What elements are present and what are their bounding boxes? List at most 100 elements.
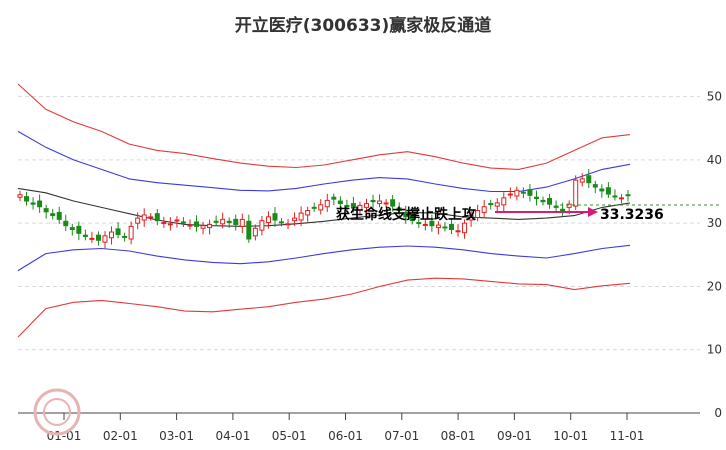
candle-body — [200, 225, 206, 229]
candle-body — [540, 199, 546, 203]
y-tick-label: 10 — [707, 343, 722, 357]
candle-body — [507, 193, 513, 196]
y-ticks: 0 10 20 30 40 50 — [707, 90, 722, 420]
candle-body — [37, 200, 43, 208]
series-line-outer-lower — [17, 277, 631, 338]
candle-body — [305, 210, 311, 216]
y-tick-label: 50 — [707, 90, 722, 104]
candle-body — [43, 208, 49, 213]
candle-body — [259, 220, 265, 231]
x-ticks: 01-01 02-01 03-01 04-01 05-01 06-01 07-01 08-01… — [47, 413, 645, 443]
last-price-label: 33.3236 — [600, 207, 664, 223]
x-tick-label: 11-01 — [610, 429, 645, 443]
candle-body — [422, 223, 428, 226]
candle-body — [448, 223, 454, 231]
candle-body — [128, 225, 134, 240]
candle-body — [174, 219, 180, 222]
candle-body — [553, 205, 559, 208]
bands — [17, 83, 631, 338]
candle-body — [252, 227, 258, 237]
candle-body — [573, 179, 579, 207]
x-tick-label: 02-01 — [103, 429, 138, 443]
candle-body — [148, 216, 154, 219]
candle-body — [481, 206, 487, 213]
x-tick-label: 06-01 — [328, 429, 363, 443]
candle-body — [285, 223, 291, 226]
candle-body — [435, 224, 441, 229]
annotation-label: 获生命线支撑止跌上攻 — [336, 206, 477, 223]
candle-body — [207, 223, 213, 229]
candle-body — [109, 231, 115, 239]
series-line-inner-upper — [17, 130, 631, 193]
candle-body — [311, 206, 317, 209]
candle-body — [462, 222, 468, 234]
candle-body — [135, 217, 141, 224]
candle-body — [324, 199, 330, 208]
x-tick-label: 01-01 — [47, 429, 82, 443]
candle-body — [494, 202, 500, 207]
candle-body — [89, 237, 95, 240]
candle-body — [233, 218, 239, 225]
candle-body — [246, 220, 252, 240]
candle-body — [442, 226, 448, 229]
candle-body — [455, 230, 461, 233]
candle-body — [533, 196, 539, 200]
candle-body — [220, 218, 226, 225]
candle-body — [377, 200, 383, 205]
candle-body — [488, 203, 494, 206]
grid — [18, 96, 700, 351]
candle-body — [599, 188, 605, 192]
x-tick-label: 10-01 — [553, 429, 588, 443]
candle-body — [141, 214, 147, 221]
candle-body — [82, 234, 88, 237]
candle-body — [167, 223, 173, 226]
candle-body — [390, 199, 396, 207]
candle-body — [370, 199, 376, 203]
y-tick-label: 0 — [714, 406, 722, 420]
candle-body — [30, 202, 36, 205]
x-tick-label: 07-01 — [384, 429, 419, 443]
candle-body — [527, 189, 533, 196]
candle-body — [383, 202, 389, 205]
candle-body — [239, 218, 245, 227]
candle-body — [194, 221, 200, 227]
x-tick-label: 04-01 — [215, 429, 250, 443]
y-tick-label: 40 — [707, 153, 722, 167]
candles — [17, 169, 631, 249]
candle-body — [579, 178, 585, 183]
x-tick-label: 03-01 — [159, 429, 194, 443]
candle-body — [17, 194, 23, 198]
candle-body — [560, 208, 566, 212]
watermark-logo-icon — [33, 388, 81, 436]
candle-body — [520, 191, 526, 194]
candle-body — [69, 227, 75, 231]
candle-body — [265, 216, 271, 224]
candle-body — [213, 220, 219, 223]
candle-body — [547, 198, 553, 205]
annotation-arrowhead — [588, 207, 598, 217]
x-tick-label: 09-01 — [497, 429, 532, 443]
chart: 开立医疗(300633)赢家极反通道 01-01 02-01 03-01 04-01 0… — [17, 15, 722, 443]
candle-body — [76, 225, 82, 234]
candle-body — [337, 200, 343, 205]
chart-title: 开立医疗(300633)赢家极反通道 — [235, 15, 492, 36]
candle-body — [56, 211, 62, 220]
candle-body — [318, 204, 324, 211]
candle-body — [475, 210, 481, 218]
candle-body — [605, 187, 611, 195]
candle-body — [292, 217, 298, 222]
x-tick-label: 05-01 — [272, 429, 307, 443]
candle-body — [122, 235, 128, 238]
candle-body — [180, 221, 186, 224]
candle-body — [279, 221, 285, 224]
watermark — [33, 388, 81, 436]
candle-body — [331, 196, 337, 200]
candle-body — [592, 184, 598, 188]
candle-body — [586, 175, 592, 184]
candle-body — [50, 213, 56, 217]
candle-body — [272, 213, 278, 221]
candle-body — [63, 220, 69, 227]
candle-body — [298, 212, 304, 221]
candle-body — [226, 220, 232, 224]
candle-body — [24, 196, 30, 202]
